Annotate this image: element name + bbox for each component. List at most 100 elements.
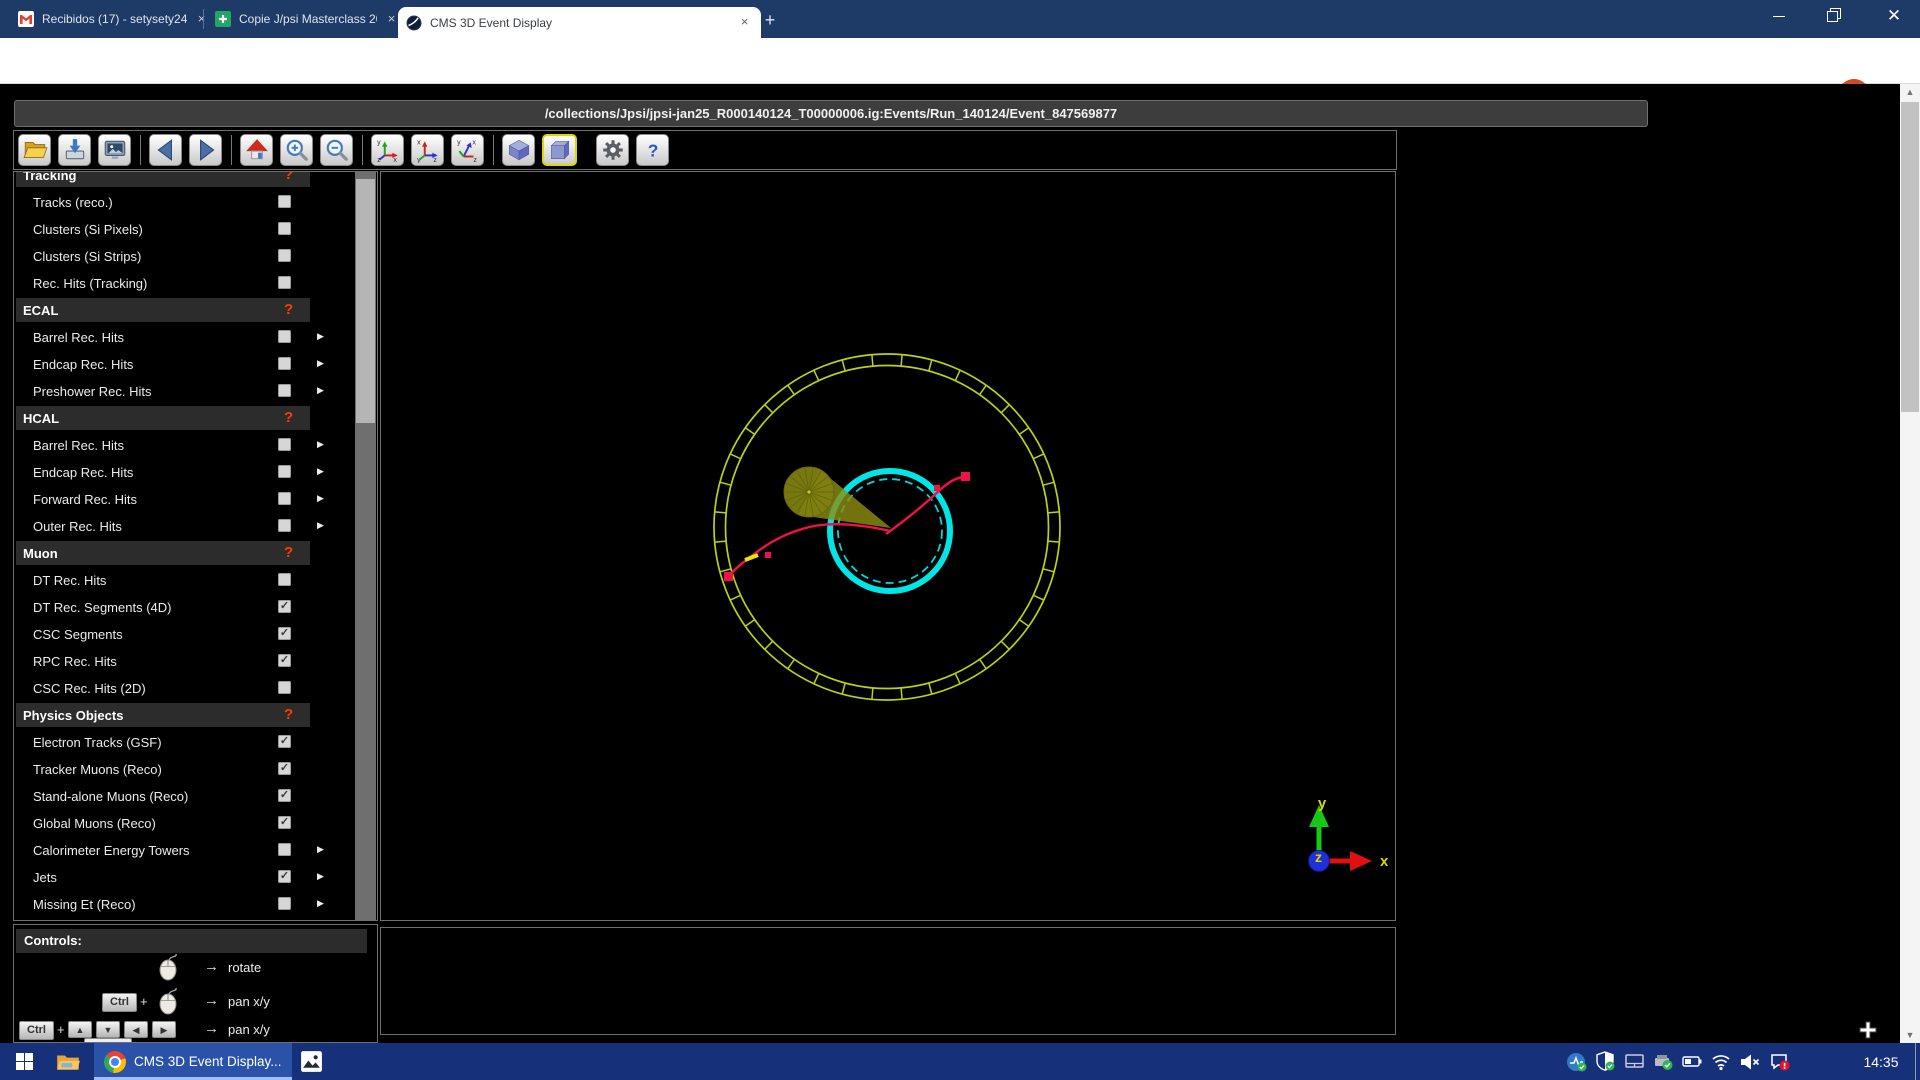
tree-item-checkbox[interactable]: ✓ — [278, 789, 291, 802]
zoom-in-button[interactable] — [280, 134, 313, 166]
tree-item-checkbox[interactable] — [278, 681, 291, 694]
expand-arrow-icon[interactable]: ▶ — [317, 871, 324, 882]
browser-tab-1[interactable]: Recibidos (17) - setysety2424@g× — [10, 0, 218, 38]
page-scrollbar[interactable]: ▲ ▼ — [1900, 84, 1920, 1043]
window-restore-button[interactable] — [1809, 0, 1855, 32]
tree-item-checkbox[interactable]: ✓ — [278, 816, 291, 829]
tree-item[interactable]: Rec. Hits (Tracking) — [15, 270, 355, 297]
tree-item[interactable]: Endcap Rec. Hits▶ — [15, 351, 355, 378]
tree-item-checkbox[interactable] — [278, 330, 291, 343]
event-display-canvas[interactable]: yxz — [380, 171, 1396, 921]
tree-item-checkbox[interactable]: ✓ — [278, 654, 291, 667]
tab-close-icon[interactable]: × — [736, 14, 753, 31]
touchpad-tray-icon[interactable] — [1620, 1043, 1649, 1080]
tree-item[interactable]: DT Rec. Segments (4D)✓ — [15, 594, 355, 621]
home-view-button[interactable] — [240, 134, 273, 166]
tree-item[interactable]: Barrel Rec. Hits▶ — [15, 324, 355, 351]
zoom-out-button[interactable] — [320, 134, 353, 166]
tree-item[interactable]: Forward Rec. Hits▶ — [15, 486, 355, 513]
tree-item[interactable]: Tracker Muons (Reco)✓ — [15, 756, 355, 783]
tree-item-checkbox[interactable]: ✓ — [278, 870, 291, 883]
tree-item[interactable]: Clusters (Si Pixels) — [15, 216, 355, 243]
window-close-button[interactable]: ✕ — [1868, 0, 1920, 32]
expand-arrow-icon[interactable]: ▶ — [317, 466, 324, 477]
taskbar-clock[interactable]: 14:35 — [1852, 1043, 1910, 1080]
browser-tab-2[interactable]: Copie J/psi Masterclass 2020 - H× — [207, 0, 408, 38]
tree-scrollbar[interactable] — [355, 172, 376, 920]
tree-item[interactable]: Global Muons (Reco)✓ — [15, 810, 355, 837]
settings-button[interactable] — [596, 134, 629, 166]
help-button[interactable]: ? — [636, 134, 669, 166]
tree-item-checkbox[interactable] — [278, 384, 291, 397]
tree-item[interactable]: Jets✓▶ — [15, 864, 355, 891]
tree-item-checkbox[interactable] — [278, 249, 291, 262]
browser-tab-3[interactable]: CMS 3D Event Display× — [398, 7, 761, 38]
tree-item-checkbox[interactable] — [278, 465, 291, 478]
tree-item[interactable]: Endcap Rec. Hits▶ — [15, 459, 355, 486]
expand-arrow-icon[interactable]: ▶ — [317, 331, 324, 342]
tree-item[interactable]: Tracks (reco.) — [15, 189, 355, 216]
wifi-tray-icon[interactable] — [1707, 1043, 1736, 1080]
tree-item[interactable]: Calorimeter Energy Towers▶ — [15, 837, 355, 864]
tree-item[interactable]: CSC Rec. Hits (2D) — [15, 675, 355, 702]
photos-app-button[interactable] — [292, 1043, 332, 1080]
section-help-icon[interactable]: ? — [284, 706, 293, 723]
tree-item-checkbox[interactable] — [278, 573, 291, 586]
previous-event-button[interactable] — [149, 134, 182, 166]
tree-item-checkbox[interactable] — [278, 276, 291, 289]
tree-item[interactable]: Electron Tracks (GSF)✓ — [15, 729, 355, 756]
tree-item-checkbox[interactable] — [278, 897, 291, 910]
section-help-icon[interactable]: ? — [284, 544, 293, 561]
orthographic-view-button[interactable] — [542, 134, 577, 166]
tree-item[interactable]: RPC Rec. Hits✓ — [15, 648, 355, 675]
device-ok-tray-icon[interactable] — [1649, 1043, 1678, 1080]
import-event-button[interactable] — [58, 134, 91, 166]
tree-item-checkbox[interactable]: ✓ — [278, 735, 291, 748]
tree-item-checkbox[interactable]: ✓ — [278, 762, 291, 775]
section-help-icon[interactable]: ? — [284, 301, 293, 318]
tree-item[interactable]: Missing Et (Reco)▶ — [15, 891, 355, 918]
expand-arrow-icon[interactable]: ▶ — [317, 358, 324, 369]
expand-arrow-icon[interactable]: ▶ — [317, 898, 324, 909]
tree-item-checkbox[interactable] — [278, 195, 291, 208]
tree-item[interactable]: Outer Rec. Hits▶ — [15, 513, 355, 540]
tree-item-checkbox[interactable] — [278, 492, 291, 505]
perspective-view-button[interactable] — [502, 134, 535, 166]
view-yz-button[interactable]: yxz — [451, 134, 484, 166]
view-xy-button[interactable]: yxz — [371, 134, 404, 166]
tree-item-checkbox[interactable] — [278, 843, 291, 856]
tree-item[interactable]: Stand-alone Muons (Reco)✓ — [15, 783, 355, 810]
expand-arrow-icon[interactable]: ▶ — [317, 844, 324, 855]
window-minimize-button[interactable] — [1756, 0, 1802, 32]
scroll-up-icon[interactable]: ▲ — [1900, 84, 1920, 100]
open-file-button[interactable] — [18, 134, 51, 166]
expand-arrow-icon[interactable]: ▶ — [317, 385, 324, 396]
tree-item-checkbox[interactable]: ✓ — [278, 600, 291, 613]
section-help-icon[interactable]: ? — [284, 409, 293, 426]
battery-tray-icon[interactable] — [1678, 1043, 1707, 1080]
tree-item-checkbox[interactable] — [278, 222, 291, 235]
tree-item[interactable]: DT Rec. Hits — [15, 567, 355, 594]
screenshot-button[interactable] — [98, 134, 131, 166]
page-scrollbar-thumb[interactable] — [1901, 102, 1919, 412]
tree-item-checkbox[interactable] — [278, 357, 291, 370]
volume-muted-tray-icon[interactable] — [1736, 1043, 1765, 1080]
show-desktop-button[interactable] — [1915, 1043, 1920, 1080]
view-xz-button[interactable]: xyz — [411, 134, 444, 166]
next-event-button[interactable] — [189, 134, 222, 166]
section-help-icon[interactable]: ? — [284, 171, 293, 183]
tree-item-checkbox[interactable] — [278, 519, 291, 532]
tree-item[interactable]: Preshower Rec. Hits▶ — [15, 378, 355, 405]
start-button[interactable] — [0, 1043, 48, 1080]
tree-item-checkbox[interactable] — [278, 438, 291, 451]
file-explorer-button[interactable] — [48, 1043, 88, 1080]
expand-arrow-icon[interactable]: ▶ — [317, 493, 324, 504]
tree-item-checkbox[interactable]: ✓ — [278, 627, 291, 640]
tree-item[interactable]: Clusters (Si Strips) — [15, 243, 355, 270]
expand-arrow-icon[interactable]: ▶ — [317, 439, 324, 450]
tree-item[interactable]: CSC Segments✓ — [15, 621, 355, 648]
expand-arrow-icon[interactable]: ▶ — [317, 520, 324, 531]
action-center-tray-icon[interactable] — [1765, 1043, 1794, 1080]
tree-item[interactable]: Barrel Rec. Hits▶ — [15, 432, 355, 459]
tree-scrollbar-thumb[interactable] — [356, 179, 375, 423]
